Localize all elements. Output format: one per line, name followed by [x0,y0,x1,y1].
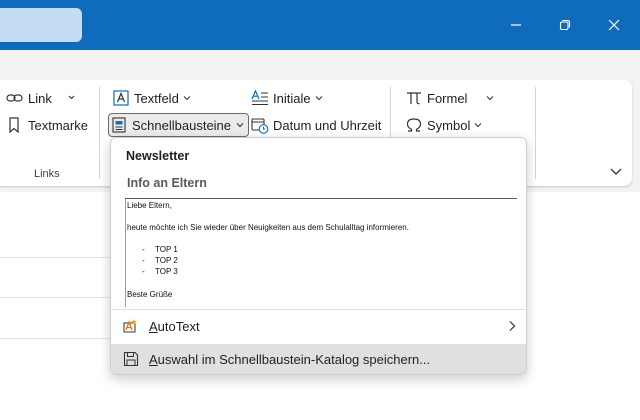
drop-cap-icon [251,90,268,105]
textfeld-label: Textfeld [134,90,179,106]
preview-closing: Beste Grüße [127,290,173,299]
restore-button[interactable] [552,12,578,38]
link-button[interactable]: Link [6,86,75,110]
divider-line [0,257,110,258]
link-label: Link [28,90,52,106]
autotext-icon [123,318,139,337]
datum-label: Datum und Uhrzeit [273,117,382,133]
title-bar [0,0,640,50]
textfeld-button[interactable]: Textfeld [113,86,191,110]
chevron-right-icon [508,320,516,335]
menu-item-label: AutoText [149,318,200,334]
group-divider [99,87,100,179]
save-icon [123,351,139,370]
textmarke-button[interactable]: Textmarke [8,113,88,137]
symbol-label: Symbol [427,117,471,133]
textbox-icon [113,90,129,106]
pi-icon [407,92,421,105]
chevron-down-icon [474,123,482,128]
group-divider [390,87,391,141]
preview-bullet: - TOP 2 [142,256,178,265]
ribbon-collapse-button[interactable] [608,164,624,176]
menu-item-label: Auswahl im Schnellbaustein-Katalog speic… [149,351,431,367]
textmarke-label: Textmarke [28,117,88,133]
formel-button[interactable]: Formel [406,86,494,110]
calendar-clock-icon [251,117,269,134]
close-button[interactable] [601,12,627,38]
schnellbausteine-button[interactable]: Schnellbausteine [108,113,250,137]
minimize-icon [511,24,521,26]
chevron-down-icon [68,95,75,100]
close-icon [608,19,620,31]
symbol-button[interactable]: Symbol [406,113,482,137]
divider-line [0,297,110,298]
menu-item-save-selection[interactable]: Auswahl im Schnellbaustein-Katalog speic… [111,344,526,374]
preview-body: heute möchte ich Sie wieder über Neuigke… [127,223,409,232]
building-block-preview[interactable]: Liebe Eltern, heute möchte ich Sie wiede… [125,199,517,307]
schnellbausteine-label: Schnellbausteine [132,117,232,133]
omega-icon [406,118,422,132]
preview-bullet: - TOP 3 [142,267,178,276]
chevron-down-icon [183,96,191,101]
minimize-button[interactable] [503,12,529,38]
quick-parts-icon [112,117,126,133]
divider-line [0,338,110,339]
menu-item-autotext[interactable]: AutoText [111,311,526,341]
initiale-label: Initiale [273,90,311,106]
group-divider [535,87,536,179]
quick-parts-dropdown: Newsletter Info an Eltern Liebe Eltern, … [110,137,527,375]
restore-icon [559,19,571,31]
chevron-down-icon [487,96,494,101]
chevron-down-icon [236,123,244,128]
initiale-button[interactable]: Initiale [251,86,323,110]
formel-label: Formel [427,90,468,106]
group-label-links: Links [34,168,60,180]
bookmark-icon [9,117,19,133]
preview-bullet: - TOP 1 [142,245,178,254]
link-icon [6,94,23,102]
chevron-down-icon [315,96,322,101]
menu-separator [111,309,526,310]
chevron-down-icon [610,168,622,175]
gallery-section-title: Newsletter [126,149,190,163]
datum-uhrzeit-button[interactable]: Datum und Uhrzeit [251,113,381,137]
building-block-title[interactable]: Info an Eltern [127,176,207,190]
preview-greeting: Liebe Eltern, [127,201,172,210]
search-box[interactable] [0,8,82,42]
